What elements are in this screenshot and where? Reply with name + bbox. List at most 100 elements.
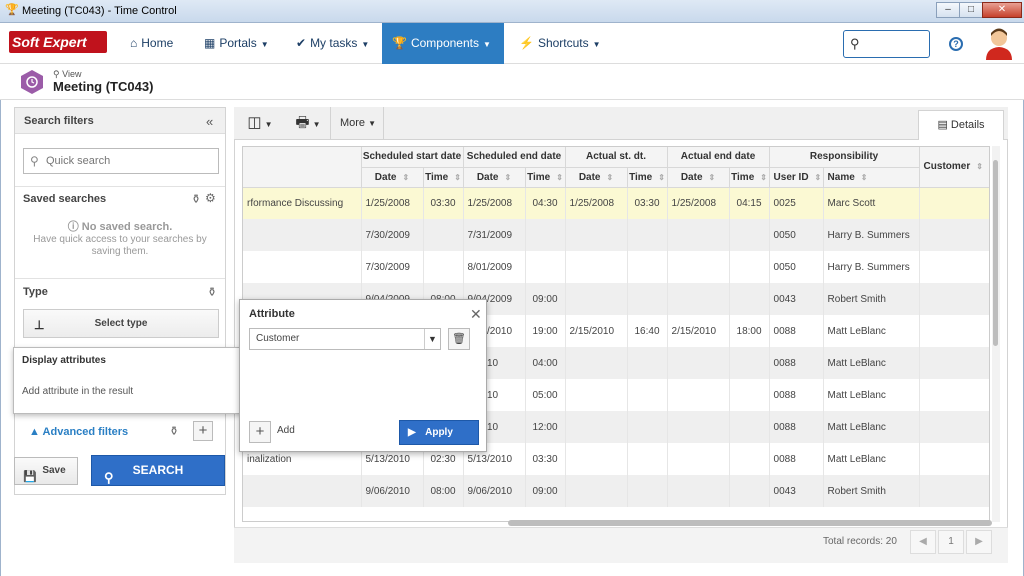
add-attribute-button[interactable]: +	[249, 421, 271, 443]
page-number[interactable]: 1	[938, 530, 964, 554]
nav-my-tasks-label: My tasks	[310, 36, 358, 50]
search-button[interactable]: ⚲ SEARCH	[91, 455, 225, 486]
table-cell	[667, 347, 730, 379]
table-cell	[423, 219, 464, 251]
table-cell	[627, 219, 668, 251]
column-subheader[interactable]: Time ⇕	[423, 167, 464, 188]
table-cell	[565, 443, 628, 475]
nav-portals[interactable]: ▦ Portals ▼	[194, 23, 279, 64]
nav-shortcuts-label: Shortcuts	[537, 36, 589, 50]
table-cell	[243, 219, 362, 251]
help-icon[interactable]: ?	[949, 37, 963, 51]
minimize-button[interactable]: –	[936, 2, 960, 18]
window-title: Meeting (TC043) - Time Control	[22, 5, 177, 17]
tree-icon: ⊥	[34, 318, 45, 332]
column-subheader[interactable]: Time ⇕	[525, 167, 566, 188]
prev-page-button[interactable]: ◀	[910, 530, 936, 554]
table-cell	[919, 443, 989, 475]
nav-home-label: Home	[141, 36, 174, 50]
close-window-button[interactable]: ✕	[982, 2, 1022, 18]
display-attributes-title: Display attributes	[22, 355, 106, 366]
table-row[interactable]: 7/30/2009 7/31/2009 0050 Harry B. Summers	[243, 219, 989, 251]
tab-details[interactable]: ▤ Details	[918, 110, 1004, 140]
column-subheader[interactable]: User ID ⇕	[769, 167, 824, 188]
table-row[interactable]: 9/06/2010 08:00 9/06/2010 09:00 0043 Robert S…	[243, 475, 989, 507]
table-cell	[729, 443, 770, 475]
advanced-filters-label: Advanced filters	[42, 426, 129, 438]
maximize-button[interactable]: □	[959, 2, 983, 18]
column-group-actual-end: Actual end date	[667, 147, 770, 168]
column-subheader[interactable]: Name ⇕	[823, 167, 920, 188]
magnifier-icon: ⚲	[53, 69, 60, 79]
column-subheader[interactable]: Time ⇕	[627, 167, 668, 188]
chevron-down-icon: ▼	[264, 120, 273, 129]
table-cell	[423, 251, 464, 283]
table-cell	[667, 411, 730, 443]
attribute-select[interactable]: Customer ▼	[249, 328, 441, 350]
broom-icon[interactable]: ⚱	[207, 285, 217, 299]
table-cell: 1/25/2008	[667, 187, 730, 219]
global-search-input[interactable]: ⚲	[843, 30, 930, 58]
table-cell	[667, 443, 730, 475]
collapse-icon[interactable]: «	[206, 114, 213, 129]
nav-shortcuts[interactable]: ⚡ Shortcuts ▼	[509, 23, 611, 64]
sort-icon: ⇕	[504, 172, 512, 182]
column-header-customer[interactable]: Customer ⇕	[919, 147, 989, 188]
table-row[interactable]: rformance Discussing 1/25/2008 03:30 1/25/2…	[243, 187, 989, 219]
quick-search-field[interactable]: ⚲	[23, 148, 219, 174]
print-button[interactable]: 🖶 ▼	[288, 107, 328, 139]
search-icon: ⚲	[30, 154, 39, 168]
table-cell	[919, 251, 989, 283]
column-subheader[interactable]: Date ⇕	[565, 167, 628, 188]
column-subheader[interactable]: Date ⇕	[361, 167, 424, 188]
table-row[interactable]: 7/30/2009 8/01/2009 0050 Harry B. Summers	[243, 251, 989, 283]
table-cell: rformance Discussing	[243, 187, 362, 219]
table-cell: 08:00	[423, 475, 464, 507]
view-mode-button[interactable]: ◫ ▼	[240, 107, 280, 139]
advanced-filters-toggle[interactable]: ▲ Advanced filters	[29, 426, 128, 438]
column-subheader[interactable]: Date ⇕	[463, 167, 526, 188]
apply-button[interactable]: ▶ Apply	[399, 420, 479, 445]
table-cell	[627, 283, 668, 315]
sort-icon: ⇕	[402, 172, 410, 182]
gear-icon[interactable]: ⚙	[205, 191, 216, 205]
table-cell: 03:30	[627, 187, 668, 219]
delete-attribute-button[interactable]: 🗑	[448, 328, 470, 350]
check-icon: ✔	[296, 36, 307, 50]
vertical-scrollbar-thumb[interactable]	[993, 160, 998, 346]
plus-icon: +	[198, 422, 208, 439]
broom-icon[interactable]: ⚱	[169, 424, 179, 438]
info-icon: ⓘ	[67, 221, 79, 233]
nav-home[interactable]: ⌂ Home	[120, 23, 183, 64]
column-subheader[interactable]: Date ⇕	[667, 167, 730, 188]
add-filter-button[interactable]: +	[193, 421, 213, 441]
table-cell	[525, 219, 566, 251]
table-cell: 8/01/2009	[463, 251, 526, 283]
more-label: More	[339, 117, 366, 129]
broom-icon[interactable]: ⚱	[191, 192, 201, 206]
table-cell	[919, 283, 989, 315]
no-saved-search-description: Have quick access to your searches by sa…	[33, 234, 207, 257]
table-cell: Matt LeBlanc	[823, 379, 920, 411]
meeting-component-icon	[21, 70, 43, 94]
column-subheader[interactable]: Time ⇕	[729, 167, 770, 188]
quick-search-input[interactable]	[46, 153, 214, 169]
horizontal-scrollbar[interactable]	[508, 520, 992, 526]
table-cell	[729, 347, 770, 379]
user-avatar[interactable]	[984, 26, 1014, 60]
next-page-button[interactable]: ▶	[966, 530, 992, 554]
close-icon[interactable]: ✕	[470, 306, 482, 323]
saved-searches-label: Saved searches	[23, 193, 107, 205]
column-group-actual-start: Actual st. dt.	[565, 147, 668, 168]
table-cell	[565, 475, 628, 507]
table-cell: 04:00	[525, 347, 566, 379]
nav-my-tasks[interactable]: ✔ My tasks ▼	[286, 23, 379, 64]
save-search-button[interactable]: 💾 Save	[14, 457, 78, 485]
select-type-button[interactable]: ⊥ Select type	[23, 309, 219, 338]
table-cell: 7/30/2009	[361, 219, 424, 251]
more-button[interactable]: More ▼	[334, 107, 382, 139]
table-cell: 0088	[769, 347, 824, 379]
column-header-title[interactable]	[243, 147, 362, 188]
nav-components[interactable]: 🏆 Components ▼	[382, 23, 504, 64]
chevron-down-icon: ▼	[312, 120, 321, 129]
